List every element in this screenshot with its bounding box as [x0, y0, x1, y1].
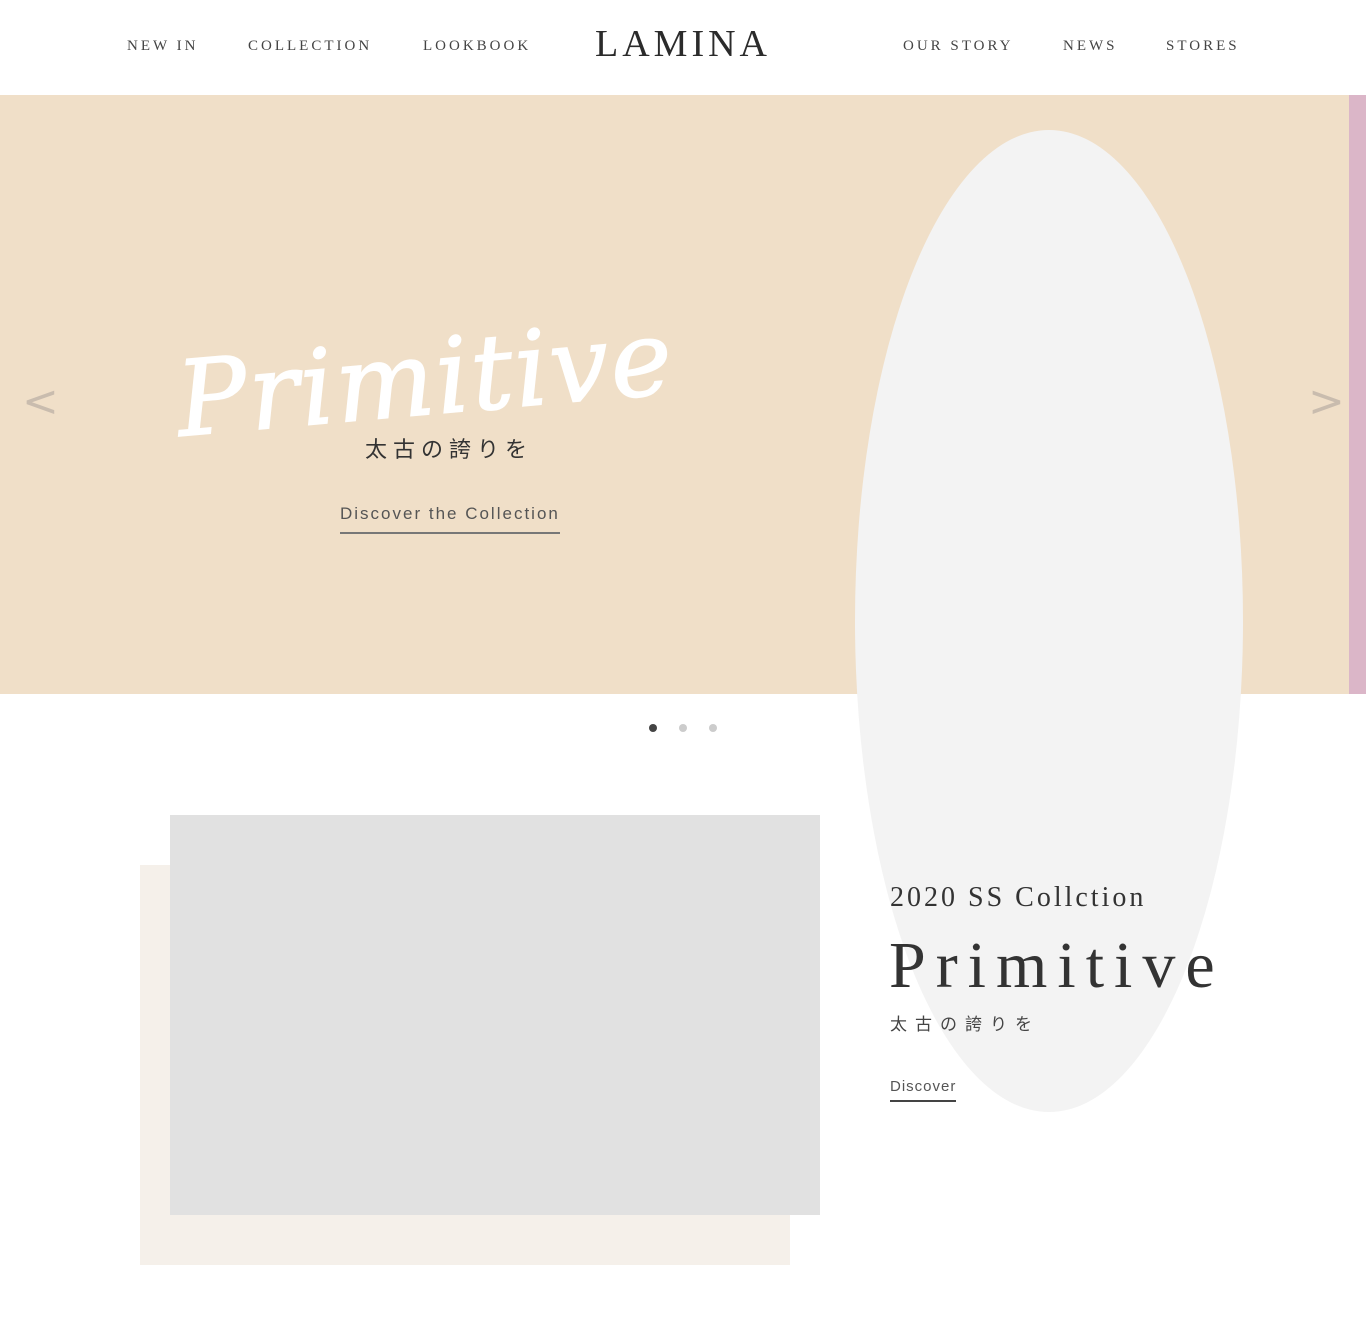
discover-collection-link[interactable]: Discover the Collection: [340, 504, 560, 534]
nav-our-story[interactable]: OUR STORY: [903, 38, 1014, 55]
slider-dot-3[interactable]: [709, 724, 717, 732]
slider-dot-2[interactable]: [679, 724, 687, 732]
nav-news[interactable]: NEWS: [1063, 38, 1118, 55]
slider-dot-1[interactable]: [649, 724, 657, 732]
feature-season: 2020 SS Collction: [890, 882, 1147, 913]
nav-new-in[interactable]: NEW IN: [127, 38, 198, 55]
hero-script-text: Primitive: [172, 300, 679, 450]
nav-stores[interactable]: STORES: [1166, 38, 1240, 55]
feature-image[interactable]: [170, 815, 820, 1215]
discover-link[interactable]: Discover: [890, 1078, 957, 1102]
site-logo[interactable]: LAMINA: [595, 23, 771, 65]
site-header: NEW IN COLLECTION LOOKBOOK LAMINA OUR ST…: [0, 0, 1366, 95]
next-slide-peek: [1349, 95, 1366, 694]
feature-subtitle: 太古の誇りを: [890, 1015, 1040, 1035]
chevron-left-icon[interactable]: <: [22, 380, 59, 424]
hero-script-lettering: Primitive: [169, 295, 679, 462]
logo-wrapper: LAMINA: [0, 22, 1366, 66]
nav-collection[interactable]: COLLECTION: [248, 38, 372, 55]
feature-title: Primitive: [889, 929, 1225, 1002]
chevron-right-icon[interactable]: >: [1308, 380, 1345, 424]
nav-lookbook[interactable]: LOOKBOOK: [423, 38, 531, 55]
hero-subtitle: 太古の誇りを: [365, 438, 534, 463]
